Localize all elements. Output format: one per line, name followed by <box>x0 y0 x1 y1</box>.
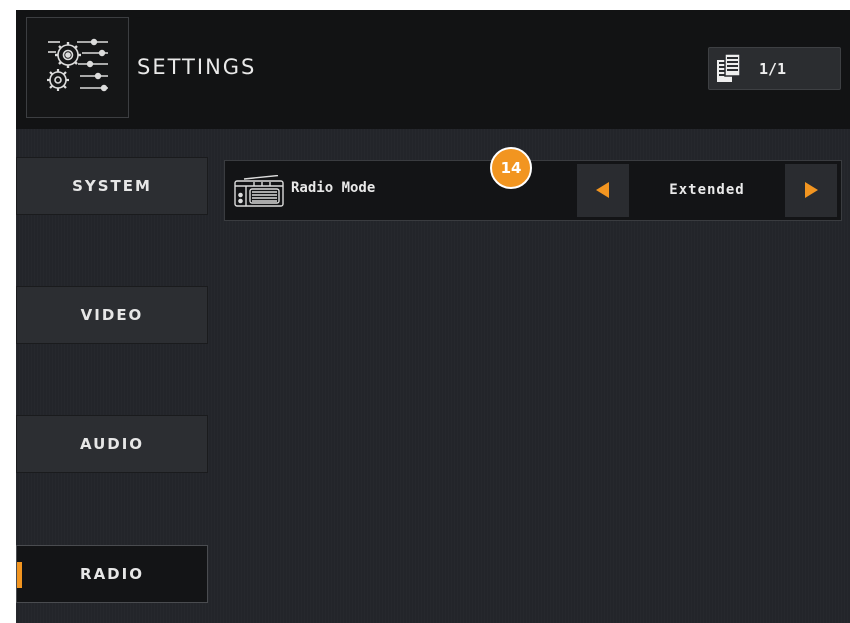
tab-system[interactable]: SYSTEM <box>16 157 208 215</box>
arrow-left-icon <box>596 182 609 198</box>
setting-value: Extended <box>633 164 781 217</box>
previous-value-button[interactable] <box>577 164 629 217</box>
header-bar: SETTINGS 1/1 <box>16 10 850 129</box>
tab-audio-label: AUDIO <box>79 435 145 453</box>
radio-mode-setting-row: Radio Mode Extended <box>224 160 842 221</box>
arrow-right-icon <box>805 182 818 198</box>
next-value-button[interactable] <box>785 164 837 217</box>
callout-badge: 14 <box>490 147 532 189</box>
tab-radio-label: RADIO <box>80 565 144 583</box>
tab-radio[interactable]: RADIO <box>16 545 208 603</box>
tab-system-label: SYSTEM <box>72 177 152 195</box>
tab-audio[interactable]: AUDIO <box>16 415 208 473</box>
tab-video-label: VIDEO <box>80 306 144 324</box>
page-title: SETTINGS <box>137 55 257 79</box>
page-number: 1/1 <box>759 60 787 78</box>
settings-gears-sliders-icon <box>47 38 108 92</box>
setting-label: Radio Mode <box>291 180 376 196</box>
active-tab-indicator <box>17 562 22 588</box>
radio-icon <box>234 175 284 207</box>
tab-video[interactable]: VIDEO <box>16 286 208 344</box>
settings-logo <box>26 17 129 118</box>
settings-screen: SETTINGS 1/1 SYSTEM VIDEO AUDIO RADIO Ra… <box>16 10 850 623</box>
pages-icon <box>717 53 741 82</box>
page-indicator[interactable]: 1/1 <box>708 47 841 90</box>
